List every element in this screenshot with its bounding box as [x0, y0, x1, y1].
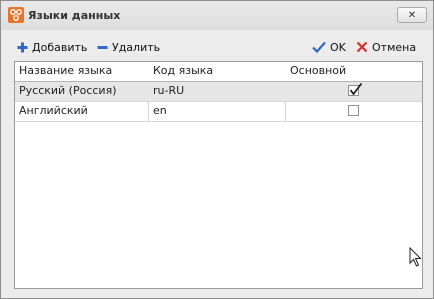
close-icon: ✕ [407, 9, 417, 21]
checkmark-icon [312, 41, 326, 53]
table-row[interactable]: Английский en [15, 102, 422, 122]
close-button[interactable]: ✕ [397, 7, 427, 23]
language-dialog: Языки данных ✕ Добавить Удалить OK Отмен… [0, 0, 434, 299]
language-code-cell[interactable]: en [149, 102, 285, 120]
plus-icon [17, 42, 28, 52]
column-header-name[interactable]: Название языка [15, 62, 148, 80]
cancel-button[interactable]: Отмена [356, 37, 416, 57]
language-code-cell[interactable]: ru-RU [149, 82, 285, 100]
primary-checkbox[interactable] [348, 83, 363, 96]
grid-header: Название языка Код языка Основной [15, 62, 422, 82]
delete-button[interactable]: Удалить [97, 37, 160, 57]
table-row[interactable]: Русский (Россия) ru-RU [15, 82, 422, 102]
ok-button[interactable]: OK [312, 37, 346, 57]
toolbar: Добавить Удалить OK Отмена [14, 37, 421, 59]
language-name-cell[interactable]: Английский [15, 102, 148, 120]
app-icon [8, 7, 24, 23]
add-button-label: Добавить [32, 40, 88, 54]
minus-icon [97, 45, 108, 49]
ok-button-label: OK [330, 40, 346, 54]
language-name-cell[interactable]: Русский (Россия) [15, 82, 148, 100]
delete-button-label: Удалить [112, 40, 161, 54]
column-header-primary[interactable]: Основной [286, 62, 422, 80]
add-button[interactable]: Добавить [17, 37, 87, 57]
primary-checkbox[interactable] [348, 105, 359, 116]
checkmark-icon [349, 83, 363, 96]
column-header-code[interactable]: Код языка [149, 62, 285, 80]
x-icon [356, 41, 368, 53]
window-title: Языки данных [28, 9, 121, 22]
languages-grid: Название языка Код языка Основной Русски… [14, 61, 423, 289]
cancel-button-label: Отмена [372, 40, 417, 54]
title-bar: Языки данных ✕ [1, 1, 433, 30]
mouse-cursor-icon [409, 247, 422, 267]
